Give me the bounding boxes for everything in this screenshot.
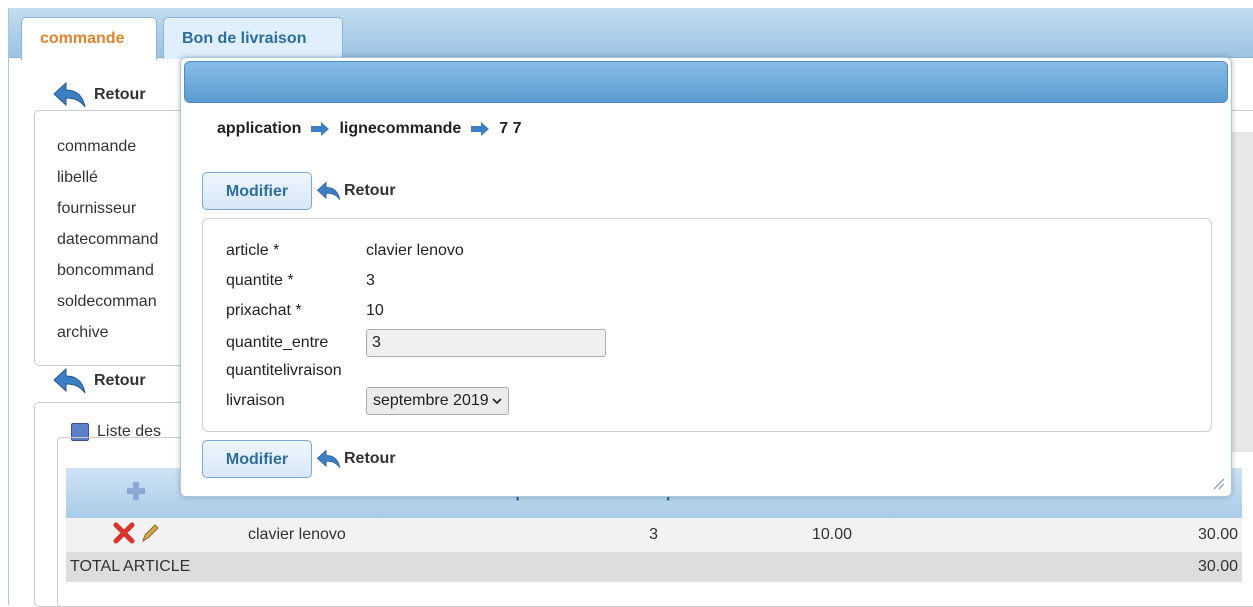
field-label-soldecommande: soldecomman [57,293,157,310]
chevron-down-icon [492,398,502,405]
back-button-label: Retour [94,86,146,103]
form-row-quantitelivraison: quantitelivraison [226,359,366,383]
table-row: clavier lenovo 3 10.00 30.00 [66,518,1242,552]
back-arrow-icon [316,181,341,200]
form-row-article: article * clavier lenovo [226,239,464,263]
field-label-archive: archive [57,324,109,341]
back-arrow-icon [316,449,341,468]
label-prixachat: prixachat * [226,302,302,319]
label-quantite: quantite * [226,272,294,289]
back-arrow-icon [53,367,86,394]
breadcrumb: application lignecommande 7 7 [217,120,522,138]
field-label-boncommande: boncommand [57,262,154,279]
quantite-entre-input[interactable] [366,329,606,357]
add-icon[interactable] [125,480,147,502]
retour-button-bottom[interactable]: Retour [316,448,396,470]
total-label: TOTAL ARTICLE [66,552,506,582]
resize-grip-icon[interactable] [1211,476,1225,490]
cell-livraison [856,518,1023,552]
field-label-libelle: libellé [57,169,98,186]
modifier-button-bottom[interactable]: Modifier [202,440,312,478]
tab-bar: commande Bon de livraison [9,8,1253,60]
back-button-label: Retour [94,372,146,389]
total-cell-livraison [856,552,1023,582]
form-row-quantite-entre: quantite_entre [226,329,606,357]
cell-libelle: clavier lenovo [244,518,506,552]
tab-commande[interactable]: commande [21,17,157,60]
total-cell-prix [662,552,856,582]
delete-icon[interactable] [112,522,136,544]
edit-pencil-icon[interactable] [140,522,160,544]
field-label-fournisseur: fournisseur [57,200,137,217]
cell-montant-ttc: 30.00 [1023,518,1242,552]
form-row-prixachat: prixachat * 10 [226,299,384,323]
label-quantite-entre: quantite_entre [226,334,329,351]
tab-bon-de-livraison[interactable]: Bon de livraison [163,17,343,59]
retour-button-top[interactable]: Retour [316,180,396,202]
form-row-quantite: quantite * 3 [226,269,375,293]
total-montant-ttc: 30.00 [1023,552,1242,582]
back-arrow-icon [53,81,86,108]
label-article: article * [226,242,280,259]
modifier-button-top[interactable]: Modifier [202,172,312,210]
back-button-middle[interactable]: Retour [52,366,146,396]
livraison-selected-value: septembre 2019 [373,392,489,409]
back-button-top[interactable]: Retour [52,80,146,110]
cell-id [206,518,244,552]
field-label-commande: commande [57,138,137,155]
breadcrumb-application[interactable]: application [217,120,301,138]
value-article: clavier lenovo [366,242,464,259]
field-label-datecommande: datecommand [57,231,159,248]
breadcrumb-lignecommande[interactable]: lignecommande [339,120,461,138]
breadcrumb-record: 7 7 [499,120,522,137]
edit-form: article * clavier lenovo quantite * 3 pr… [202,218,1212,432]
cell-quantite: 3 [506,518,662,552]
breadcrumb-arrow-icon [311,122,330,136]
livraison-select[interactable]: septembre 2019 [366,387,509,415]
edit-dialog: application lignecommande 7 7 Modifier R… [180,57,1232,497]
label-quantitelivraison: quantitelivraison [226,362,342,379]
label-livraison: livraison [226,392,285,409]
cell-prix-achat: 10.00 [662,518,856,552]
breadcrumb-arrow-icon [471,122,490,136]
form-row-livraison: livraison septembre 2019 [226,387,509,415]
retour-label: Retour [344,182,396,199]
value-quantite: 3 [366,272,375,289]
table-total-row: TOTAL ARTICLE 30.00 [66,552,1242,582]
row-actions [66,518,206,552]
total-cell-quantite [506,552,662,582]
dialog-titlebar[interactable] [184,61,1228,103]
retour-label: Retour [344,450,396,467]
value-prixachat: 10 [366,302,384,319]
